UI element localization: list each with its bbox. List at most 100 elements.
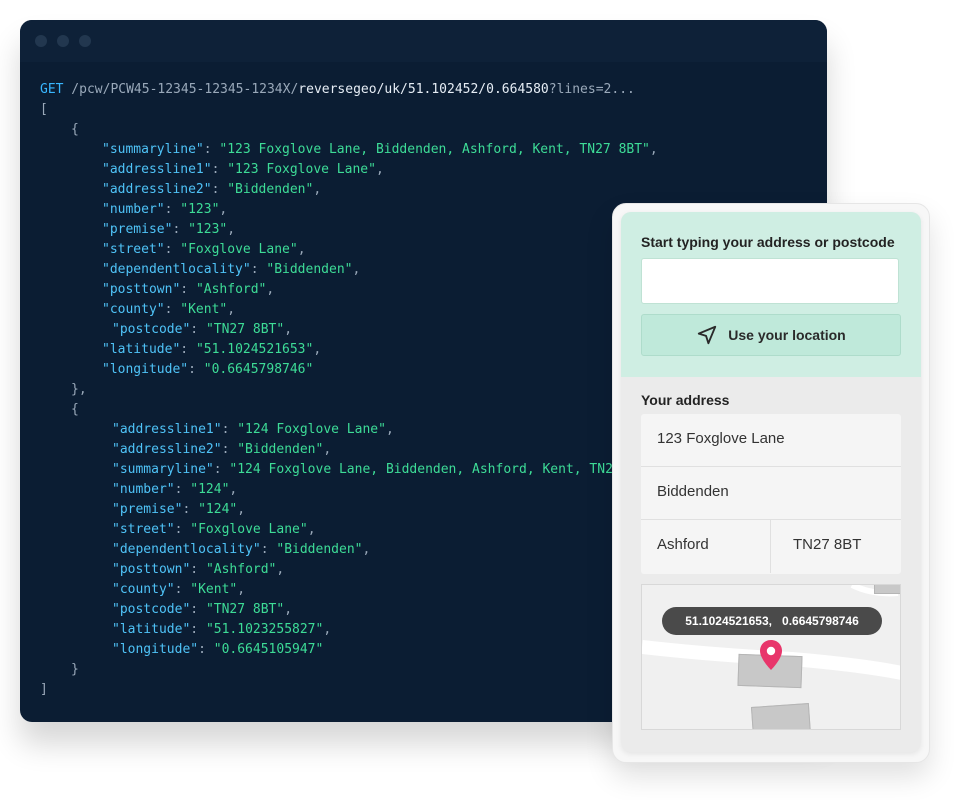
location-map[interactable]: 51.1024521653, 0.6645798746 bbox=[641, 584, 901, 730]
json-colon: : bbox=[211, 162, 228, 177]
address-widget-frame: Start typing your address or postcode Us… bbox=[612, 203, 930, 763]
object-close: }, bbox=[71, 382, 87, 397]
json-separator: , bbox=[307, 522, 316, 537]
json-separator: , bbox=[375, 162, 384, 177]
json-separator: , bbox=[385, 422, 394, 437]
json-separator: , bbox=[227, 302, 236, 317]
json-key: "county" bbox=[102, 302, 165, 317]
json-separator: , bbox=[649, 142, 658, 157]
json-separator: , bbox=[323, 622, 332, 637]
code-line: }, bbox=[40, 380, 658, 400]
json-value: "Foxglove Lane" bbox=[180, 242, 298, 257]
json-colon: : bbox=[174, 582, 191, 597]
code-line: "posttown": "Ashford", bbox=[40, 560, 658, 580]
json-separator: , bbox=[352, 262, 361, 277]
json-key: "summaryline" bbox=[102, 142, 204, 157]
code-line: { bbox=[40, 120, 658, 140]
code-line: "dependentlocality": "Biddenden", bbox=[40, 540, 658, 560]
address-fields: 123 Foxglove Lane Biddenden Ashford TN27… bbox=[641, 414, 901, 574]
window-dot bbox=[79, 35, 91, 47]
json-colon: : bbox=[213, 462, 230, 477]
address-heading: Your address bbox=[641, 392, 730, 408]
use-location-button[interactable]: Use your location bbox=[641, 314, 901, 356]
code-line: "posttown": "Ashford", bbox=[40, 280, 658, 300]
json-key: "dependentlocality" bbox=[112, 542, 261, 557]
json-value: "Kent" bbox=[190, 582, 238, 597]
map-building bbox=[750, 703, 812, 729]
json-value: "Ashford" bbox=[205, 562, 277, 577]
json-key: "dependentlocality" bbox=[102, 262, 251, 277]
json-key: "number" bbox=[102, 202, 165, 217]
json-value: "51.1023255827" bbox=[205, 622, 324, 637]
json-value: "124 Foxglove Lane, Biddenden, Ashford, … bbox=[229, 462, 621, 477]
coordinates-badge: 51.1024521653, 0.6645798746 bbox=[662, 607, 882, 635]
address-widget: Start typing your address or postcode Us… bbox=[621, 212, 921, 752]
json-value: "123" bbox=[188, 222, 228, 237]
json-value: "51.1024521653" bbox=[195, 342, 314, 357]
code-line: "longitude": "0.6645105947" bbox=[40, 640, 658, 660]
code-line: "summaryline": "124 Foxglove Lane, Bidde… bbox=[40, 460, 658, 480]
json-colon: : bbox=[188, 362, 204, 377]
request-query: ?lines=2... bbox=[548, 82, 635, 97]
json-separator: , bbox=[229, 482, 238, 497]
json-key: "posttown" bbox=[112, 562, 191, 577]
code-line: "street": "Foxglove Lane", bbox=[40, 240, 658, 260]
json-colon: : bbox=[211, 182, 228, 197]
json-separator: , bbox=[284, 602, 293, 617]
code-line: "summaryline": "123 Foxglove Lane, Bidde… bbox=[40, 140, 658, 160]
json-key: "addressline1" bbox=[112, 422, 222, 437]
code-line: "number": "124", bbox=[40, 480, 658, 500]
json-key: "summaryline" bbox=[112, 462, 214, 477]
use-location-label: Use your location bbox=[728, 327, 846, 343]
latitude-value: 51.1024521653, bbox=[685, 614, 772, 628]
postcode-field[interactable]: TN27 8BT bbox=[771, 520, 901, 573]
json-value: "TN27 8BT" bbox=[205, 322, 285, 337]
window-dot bbox=[35, 35, 47, 47]
address-line2-field[interactable]: Biddenden bbox=[641, 467, 901, 520]
object-open: { bbox=[71, 402, 79, 417]
json-value: "Biddenden" bbox=[266, 262, 353, 277]
address-line2-value: Biddenden bbox=[657, 483, 729, 500]
code-line: "street": "Foxglove Lane", bbox=[40, 520, 658, 540]
json-colon: : bbox=[172, 222, 189, 237]
json-value: "0.6645798746" bbox=[203, 362, 314, 377]
json-key: "street" bbox=[112, 522, 175, 537]
json-key: "posttown" bbox=[102, 282, 181, 297]
json-key: "addressline1" bbox=[102, 162, 212, 177]
json-colon: : bbox=[221, 422, 238, 437]
town-field[interactable]: Ashford bbox=[641, 520, 771, 573]
json-separator: , bbox=[313, 342, 322, 357]
json-colon: : bbox=[190, 562, 206, 577]
code-line: "county": "Kent", bbox=[40, 300, 658, 320]
json-key: "longitude" bbox=[112, 642, 199, 657]
postcode-value: TN27 8BT bbox=[793, 536, 862, 553]
code-line: "postcode": "TN27 8BT", bbox=[40, 600, 658, 620]
json-colon: : bbox=[180, 342, 196, 357]
json-value: "123" bbox=[180, 202, 220, 217]
search-label: Start typing your address or postcode bbox=[641, 234, 895, 250]
json-value: "123 Foxglove Lane, Biddenden, Ashford, … bbox=[219, 142, 650, 157]
object-close: } bbox=[71, 662, 79, 677]
json-value: "124 Foxglove Lane" bbox=[237, 422, 386, 437]
request-path-prefix: /pcw/PCW45-12345-12345-1234X/ bbox=[63, 82, 299, 97]
array-close: ] bbox=[40, 682, 48, 697]
json-colon: : bbox=[182, 502, 199, 517]
json-key: "street" bbox=[102, 242, 165, 257]
address-search-input[interactable] bbox=[641, 258, 899, 304]
json-value: "Biddenden" bbox=[227, 182, 314, 197]
json-colon: : bbox=[190, 322, 206, 337]
json-value: "Biddenden" bbox=[276, 542, 363, 557]
json-response: GET /pcw/PCW45-12345-12345-1234X/reverse… bbox=[40, 80, 658, 700]
code-line: "latitude": "51.1024521653", bbox=[40, 340, 658, 360]
request-path: reversegeo/uk/51.102452/0.664580 bbox=[298, 82, 549, 97]
json-key: "latitude" bbox=[112, 622, 191, 637]
code-line: "latitude": "51.1023255827", bbox=[40, 620, 658, 640]
code-line: "longitude": "0.6645798746" bbox=[40, 360, 658, 380]
code-line: { bbox=[40, 400, 658, 420]
address-line1-field[interactable]: 123 Foxglove Lane bbox=[641, 414, 901, 467]
json-value: "TN27 8BT" bbox=[205, 602, 285, 617]
json-colon: : bbox=[221, 442, 238, 457]
code-line: "addressline1": "123 Foxglove Lane", bbox=[40, 160, 658, 180]
json-key: "premise" bbox=[112, 502, 183, 517]
json-separator: , bbox=[237, 502, 246, 517]
